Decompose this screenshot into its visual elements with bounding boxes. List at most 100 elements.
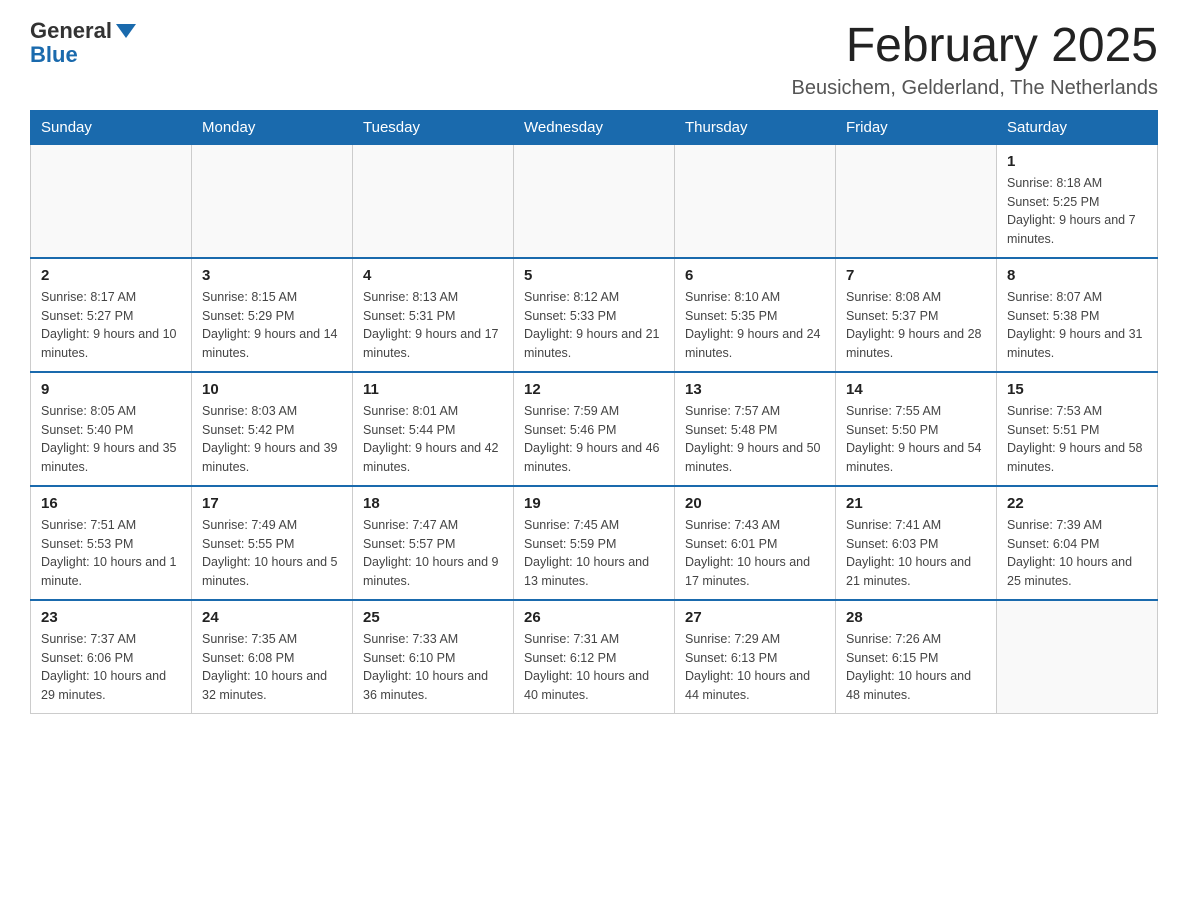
page-header: General Blue February 2025 Beusichem, Ge… — [30, 20, 1158, 100]
weekday-header-monday: Monday — [192, 110, 353, 144]
logo-triangle-icon — [116, 24, 136, 38]
day-number: 19 — [524, 495, 664, 512]
day-detail: Sunrise: 8:01 AMSunset: 5:44 PMDaylight:… — [363, 402, 503, 477]
day-number: 9 — [41, 381, 181, 398]
logo-general-text: General — [30, 20, 112, 42]
day-number: 22 — [1007, 495, 1147, 512]
weekday-header-friday: Friday — [836, 110, 997, 144]
calendar-cell — [997, 600, 1158, 714]
calendar-cell: 5 Sunrise: 8:12 AMSunset: 5:33 PMDaylight… — [514, 258, 675, 372]
day-detail: Sunrise: 8:17 AMSunset: 5:27 PMDaylight:… — [41, 288, 181, 363]
day-detail: Sunrise: 8:07 AMSunset: 5:38 PMDaylight:… — [1007, 288, 1147, 363]
day-detail: Sunrise: 7:26 AMSunset: 6:15 PMDaylight:… — [846, 630, 986, 705]
day-number: 23 — [41, 609, 181, 626]
calendar-week-3: 9 Sunrise: 8:05 AMSunset: 5:40 PMDaylight… — [31, 372, 1158, 486]
day-detail: Sunrise: 8:12 AMSunset: 5:33 PMDaylight:… — [524, 288, 664, 363]
day-detail: Sunrise: 7:29 AMSunset: 6:13 PMDaylight:… — [685, 630, 825, 705]
day-detail: Sunrise: 8:10 AMSunset: 5:35 PMDaylight:… — [685, 288, 825, 363]
weekday-header-row: SundayMondayTuesdayWednesdayThursdayFrid… — [31, 110, 1158, 144]
day-number: 25 — [363, 609, 503, 626]
calendar-cell: 1Sunrise: 8:18 AMSunset: 5:25 PMDaylight… — [997, 144, 1158, 258]
calendar-week-2: 2 Sunrise: 8:17 AMSunset: 5:27 PMDaylight… — [31, 258, 1158, 372]
day-number: 11 — [363, 381, 503, 398]
day-detail: Sunrise: 7:51 AMSunset: 5:53 PMDaylight:… — [41, 516, 181, 591]
month-title: February 2025 — [791, 20, 1158, 73]
day-detail: Sunrise: 7:35 AMSunset: 6:08 PMDaylight:… — [202, 630, 342, 705]
calendar-cell: 19 Sunrise: 7:45 AMSunset: 5:59 PMDayligh… — [514, 486, 675, 600]
day-detail: Sunrise: 7:31 AMSunset: 6:12 PMDaylight:… — [524, 630, 664, 705]
day-number: 2 — [41, 267, 181, 284]
calendar-week-1: 1Sunrise: 8:18 AMSunset: 5:25 PMDaylight… — [31, 144, 1158, 258]
day-number: 7 — [846, 267, 986, 284]
logo-blue-text: Blue — [30, 44, 78, 66]
calendar-cell: 22Sunrise: 7:39 AMSunset: 6:04 PMDayligh… — [997, 486, 1158, 600]
day-number: 6 — [685, 267, 825, 284]
day-detail: Sunrise: 8:05 AMSunset: 5:40 PMDaylight:… — [41, 402, 181, 477]
weekday-header-tuesday: Tuesday — [353, 110, 514, 144]
calendar-cell — [31, 144, 192, 258]
day-detail: Sunrise: 7:43 AMSunset: 6:01 PMDaylight:… — [685, 516, 825, 591]
calendar-cell: 18Sunrise: 7:47 AMSunset: 5:57 PMDayligh… — [353, 486, 514, 600]
calendar-table: SundayMondayTuesdayWednesdayThursdayFrid… — [30, 110, 1158, 714]
day-number: 13 — [685, 381, 825, 398]
calendar-cell: 16Sunrise: 7:51 AMSunset: 5:53 PMDayligh… — [31, 486, 192, 600]
calendar-week-5: 23 Sunrise: 7:37 AMSunset: 6:06 PMDayligh… — [31, 600, 1158, 714]
calendar-cell: 14 Sunrise: 7:55 AMSunset: 5:50 PMDayligh… — [836, 372, 997, 486]
day-detail: Sunrise: 8:03 AMSunset: 5:42 PMDaylight:… — [202, 402, 342, 477]
day-number: 4 — [363, 267, 503, 284]
day-number: 27 — [685, 609, 825, 626]
day-detail: Sunrise: 8:15 AMSunset: 5:29 PMDaylight:… — [202, 288, 342, 363]
day-number: 28 — [846, 609, 986, 626]
calendar-cell — [514, 144, 675, 258]
calendar-cell: 23 Sunrise: 7:37 AMSunset: 6:06 PMDayligh… — [31, 600, 192, 714]
day-detail: Sunrise: 8:08 AMSunset: 5:37 PMDaylight:… — [846, 288, 986, 363]
logo: General Blue — [30, 20, 136, 66]
day-detail: Sunrise: 7:49 AMSunset: 5:55 PMDaylight:… — [202, 516, 342, 591]
title-section: February 2025 Beusichem, Gelderland, The… — [791, 20, 1158, 100]
day-number: 17 — [202, 495, 342, 512]
weekday-header-thursday: Thursday — [675, 110, 836, 144]
day-number: 21 — [846, 495, 986, 512]
calendar-cell: 17 Sunrise: 7:49 AMSunset: 5:55 PMDayligh… — [192, 486, 353, 600]
calendar-cell: 3Sunrise: 8:15 AMSunset: 5:29 PMDaylight… — [192, 258, 353, 372]
day-detail: Sunrise: 7:37 AMSunset: 6:06 PMDaylight:… — [41, 630, 181, 705]
day-number: 5 — [524, 267, 664, 284]
weekday-header-saturday: Saturday — [997, 110, 1158, 144]
calendar-cell: 13 Sunrise: 7:57 AMSunset: 5:48 PMDayligh… — [675, 372, 836, 486]
calendar-week-4: 16Sunrise: 7:51 AMSunset: 5:53 PMDayligh… — [31, 486, 1158, 600]
calendar-cell: 20Sunrise: 7:43 AMSunset: 6:01 PMDayligh… — [675, 486, 836, 600]
calendar-cell: 2 Sunrise: 8:17 AMSunset: 5:27 PMDaylight… — [31, 258, 192, 372]
calendar-cell: 7 Sunrise: 8:08 AMSunset: 5:37 PMDaylight… — [836, 258, 997, 372]
day-detail: Sunrise: 7:33 AMSunset: 6:10 PMDaylight:… — [363, 630, 503, 705]
day-number: 26 — [524, 609, 664, 626]
calendar-cell — [192, 144, 353, 258]
calendar-cell: 15Sunrise: 7:53 AMSunset: 5:51 PMDayligh… — [997, 372, 1158, 486]
calendar-cell — [353, 144, 514, 258]
calendar-cell — [836, 144, 997, 258]
day-detail: Sunrise: 7:41 AMSunset: 6:03 PMDaylight:… — [846, 516, 986, 591]
day-number: 8 — [1007, 267, 1147, 284]
day-number: 15 — [1007, 381, 1147, 398]
weekday-header-wednesday: Wednesday — [514, 110, 675, 144]
calendar-cell — [675, 144, 836, 258]
calendar-cell: 6 Sunrise: 8:10 AMSunset: 5:35 PMDaylight… — [675, 258, 836, 372]
calendar-cell: 24 Sunrise: 7:35 AMSunset: 6:08 PMDayligh… — [192, 600, 353, 714]
calendar-cell: 10 Sunrise: 8:03 AMSunset: 5:42 PMDayligh… — [192, 372, 353, 486]
day-number: 24 — [202, 609, 342, 626]
day-detail: Sunrise: 7:55 AMSunset: 5:50 PMDaylight:… — [846, 402, 986, 477]
day-detail: Sunrise: 7:57 AMSunset: 5:48 PMDaylight:… — [685, 402, 825, 477]
calendar-cell: 8 Sunrise: 8:07 AMSunset: 5:38 PMDaylight… — [997, 258, 1158, 372]
calendar-cell: 11 Sunrise: 8:01 AMSunset: 5:44 PMDayligh… — [353, 372, 514, 486]
calendar-cell: 28 Sunrise: 7:26 AMSunset: 6:15 PMDayligh… — [836, 600, 997, 714]
day-number: 12 — [524, 381, 664, 398]
day-detail: Sunrise: 7:59 AMSunset: 5:46 PMDaylight:… — [524, 402, 664, 477]
day-detail: Sunrise: 7:45 AMSunset: 5:59 PMDaylight:… — [524, 516, 664, 591]
weekday-header-sunday: Sunday — [31, 110, 192, 144]
day-detail: Sunrise: 8:13 AMSunset: 5:31 PMDaylight:… — [363, 288, 503, 363]
location-subtitle: Beusichem, Gelderland, The Netherlands — [791, 77, 1158, 100]
day-number: 14 — [846, 381, 986, 398]
calendar-cell: 4 Sunrise: 8:13 AMSunset: 5:31 PMDaylight… — [353, 258, 514, 372]
calendar-cell: 9 Sunrise: 8:05 AMSunset: 5:40 PMDaylight… — [31, 372, 192, 486]
day-number: 10 — [202, 381, 342, 398]
calendar-cell: 26 Sunrise: 7:31 AMSunset: 6:12 PMDayligh… — [514, 600, 675, 714]
